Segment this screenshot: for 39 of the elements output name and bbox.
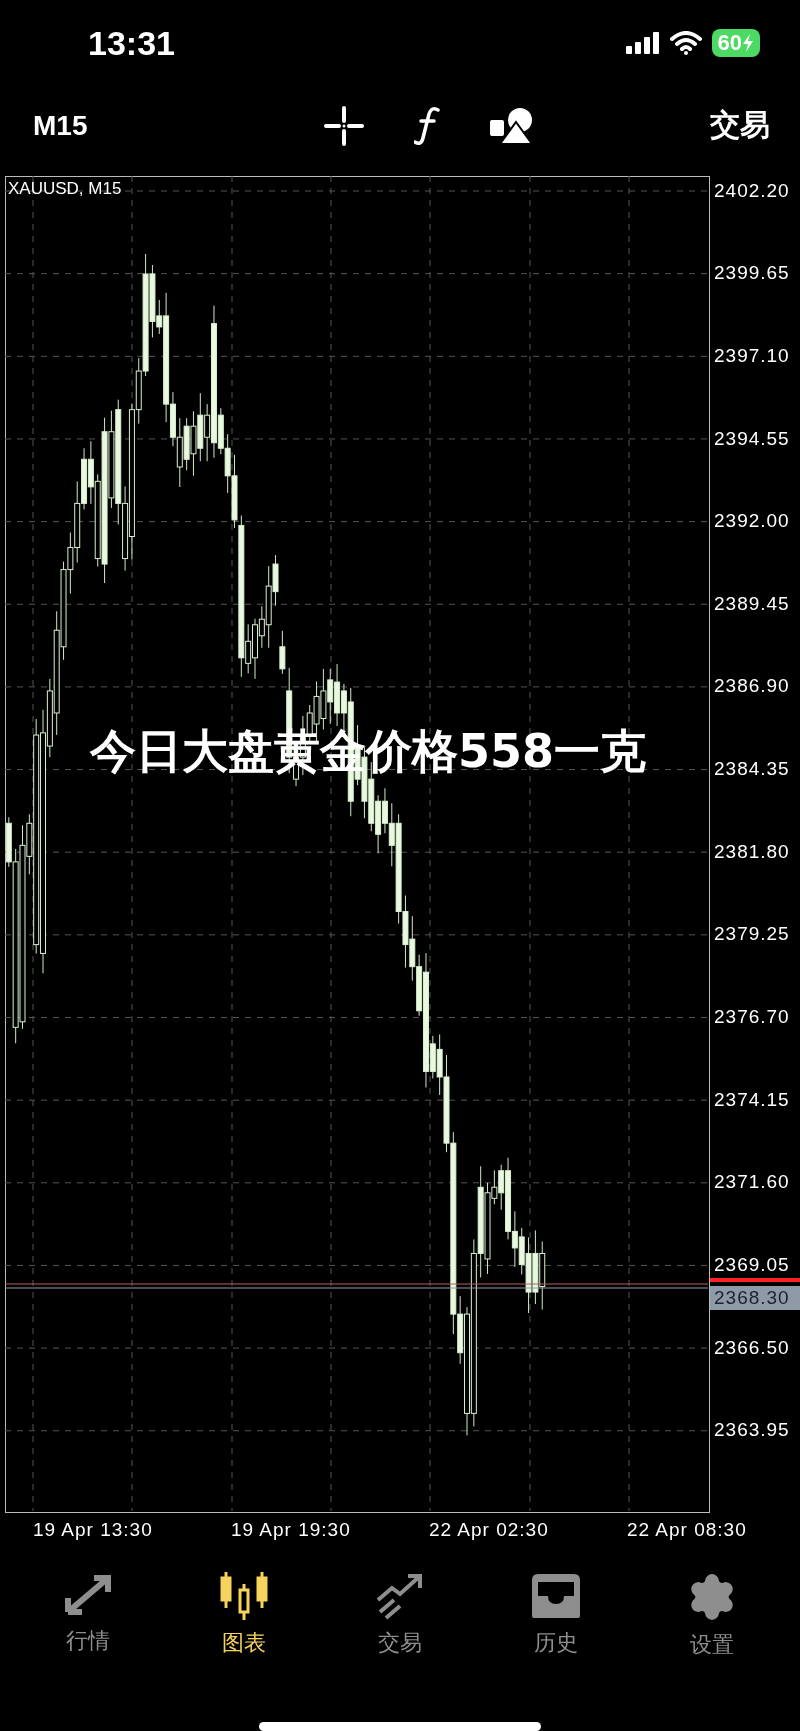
price-label: 2389.45 (714, 592, 790, 615)
battery-indicator: 60 (711, 29, 760, 58)
time-label: 22 Apr 02:30 (429, 1518, 549, 1541)
price-label: 2376.70 (714, 1006, 790, 1029)
wifi-icon (669, 31, 702, 56)
charging-bolt-icon (742, 34, 754, 53)
status-time: 13:31 (88, 23, 175, 63)
price-label: 2394.55 (714, 427, 790, 450)
price-label: 2402.20 (714, 179, 790, 202)
price-label: 2379.25 (714, 923, 790, 946)
function-icon (413, 105, 440, 146)
price-label: 2363.95 (714, 1419, 790, 1442)
time-label: 19 Apr 13:30 (33, 1518, 153, 1541)
price-label: 2371.60 (714, 1171, 790, 1194)
indicators-button[interactable] (413, 105, 440, 146)
inbox-icon (530, 1571, 582, 1620)
nav-tab[interactable]: 交易 (330, 1571, 470, 1660)
nav-tab[interactable]: 图表 (174, 1571, 314, 1660)
price-label: 2384.35 (714, 758, 790, 781)
price-label: 2369.05 (714, 1254, 790, 1277)
price-label: 2381.80 (714, 840, 790, 863)
trade-button[interactable]: 交易 (710, 105, 770, 147)
price-label: 2399.65 (714, 262, 790, 285)
timeframe-button[interactable]: M15 (33, 109, 88, 142)
price-label: 2366.50 (714, 1336, 790, 1359)
time-label: 22 Apr 08:30 (627, 1518, 747, 1541)
nav-tab[interactable]: 行情 (18, 1571, 158, 1660)
price-label: 2374.15 (714, 1088, 790, 1111)
nav-tab[interactable]: 设置 (642, 1571, 782, 1660)
price-label: 2386.90 (714, 675, 790, 698)
crosshair-button[interactable] (323, 105, 364, 146)
chart-symbol: XAUUSD, M15 (8, 178, 122, 199)
price-label: 2397.10 (714, 344, 790, 367)
shapes-button[interactable] (489, 105, 534, 146)
nav-tab[interactable]: 历史 (486, 1571, 626, 1660)
time-label: 19 Apr 19:30 (231, 1518, 351, 1541)
price-label: 2392.00 (714, 510, 790, 533)
signal-icon (625, 32, 660, 55)
current-price-tag: 2368.30 (710, 1285, 800, 1310)
